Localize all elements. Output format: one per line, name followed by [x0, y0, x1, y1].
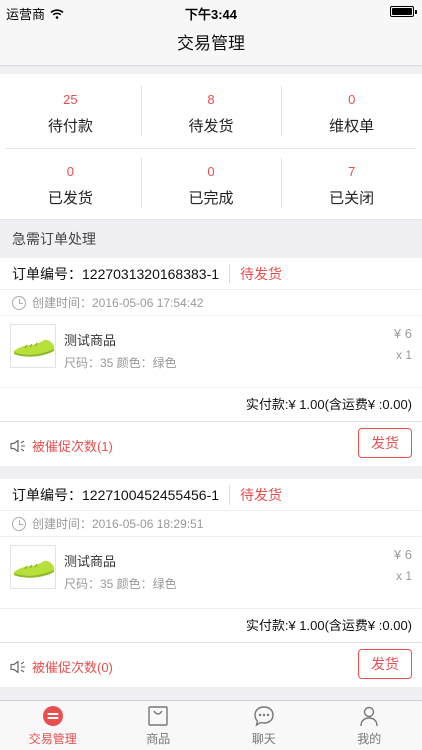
divider	[6, 148, 416, 149]
order-created-row: 创建时间：2016-05-06 17:54:42	[0, 290, 422, 316]
order-number: 1227031320168383-1	[82, 265, 220, 282]
clock-icon	[12, 516, 26, 531]
order-actions: 被催促次数(1) 发货	[0, 422, 422, 466]
product-quantity: x 1	[395, 348, 412, 362]
order-created-time: 创建时间：2016-05-06 18:29:51	[32, 517, 204, 531]
stat-completed[interactable]: 0 已完成	[140, 154, 282, 220]
trade-icon	[42, 705, 63, 726]
order-paid-amount: 实付款:¥ 1.00(含运费¥ :0.00)	[0, 388, 422, 422]
tab-mine[interactable]: 我的	[317, 701, 422, 750]
tab-label: 聊天	[251, 731, 276, 746]
remind-count-text: 被催促次数(0)	[32, 660, 113, 675]
user-icon	[360, 706, 378, 726]
product-quantity: x 1	[395, 569, 412, 583]
order-stats-panel: 25 待付款 8 待发货 0 维权单 0 已发货 0 已完成 7 已关闭	[0, 74, 422, 220]
remind-count: 被催促次数(1)	[10, 436, 113, 455]
order-actions: 被催促次数(0) 发货	[0, 643, 422, 687]
tab-label: 交易管理	[28, 731, 77, 746]
tab-label: 我的	[357, 731, 382, 746]
order-header: 订单编号： 1227100452455456-1 待发货	[0, 479, 422, 511]
stat-closed[interactable]: 7 已关闭	[281, 154, 422, 220]
tab-chat[interactable]: 聊天	[211, 701, 317, 750]
product-thumbnail	[10, 545, 56, 589]
stat-count: 0	[66, 164, 74, 179]
shoe-image	[13, 560, 55, 578]
tab-bar: 交易管理 商品 聊天 我的	[0, 700, 422, 750]
product-thumbnail	[10, 324, 56, 368]
shoe-image	[13, 339, 55, 357]
stat-count: 7	[348, 164, 356, 179]
product-spec: 尺码：35 颜色：绿色	[64, 356, 177, 370]
tab-trade-management[interactable]: 交易管理	[0, 701, 106, 750]
status-bar: 运营商 下午3:44	[0, 0, 422, 22]
remind-count: 被催促次数(0)	[10, 657, 113, 676]
nav-title: 交易管理	[0, 22, 422, 66]
product-spec: 尺码：35 颜色：绿色	[64, 577, 177, 591]
order-created-time: 创建时间：2016-05-06 17:54:42	[32, 296, 204, 310]
ship-button[interactable]: 发货	[358, 428, 412, 458]
order-number-label: 订单编号：	[12, 265, 82, 282]
tab-products[interactable]: 商品	[106, 701, 212, 750]
order-product[interactable]: 测试商品 尺码：35 颜色：绿色 ¥ 6 x 1	[0, 316, 422, 388]
stat-label: 维权单	[329, 118, 375, 135]
stat-disputes[interactable]: 0 维权单	[281, 82, 422, 148]
stat-shipped[interactable]: 0 已发货	[0, 154, 141, 220]
order-card: 订单编号： 1227100452455456-1 待发货 创建时间：2016-0…	[0, 479, 422, 687]
stat-count: 8	[207, 92, 215, 107]
stat-pending-payment[interactable]: 25 待付款	[0, 82, 141, 148]
section-title: 急需订单处理	[0, 220, 422, 258]
chat-icon	[254, 705, 274, 726]
order-status: 待发货	[229, 484, 282, 505]
ship-button[interactable]: 发货	[358, 649, 412, 679]
order-created-row: 创建时间：2016-05-06 18:29:51	[0, 511, 422, 537]
order-product[interactable]: 测试商品 尺码：35 颜色：绿色 ¥ 6 x 1	[0, 537, 422, 609]
product-price: ¥ 6	[393, 326, 412, 341]
bag-icon	[148, 705, 168, 726]
tab-label: 商品	[146, 731, 171, 746]
stat-label: 已完成	[188, 190, 234, 207]
order-card: 订单编号： 1227031320168383-1 待发货 创建时间：2016-0…	[0, 258, 422, 466]
order-number-label: 订单编号：	[12, 486, 82, 503]
order-paid-amount: 实付款:¥ 1.00(含运费¥ :0.00)	[0, 609, 422, 643]
stat-label: 待发货	[188, 118, 234, 135]
product-name: 测试商品	[64, 554, 117, 569]
stat-count: 0	[207, 164, 215, 179]
clock-icon	[12, 295, 26, 310]
speaker-icon	[10, 660, 25, 673]
stat-pending-shipment[interactable]: 8 待发货	[140, 82, 282, 148]
order-header: 订单编号： 1227031320168383-1 待发货	[0, 258, 422, 290]
speaker-icon	[10, 439, 25, 452]
stat-label: 已发货	[47, 190, 93, 207]
stat-count: 0	[348, 92, 356, 107]
product-price: ¥ 6	[393, 547, 412, 562]
remind-count-text: 被催促次数(1)	[32, 439, 113, 454]
stat-count: 25	[63, 92, 78, 107]
order-status: 待发货	[229, 263, 282, 284]
battery-icon	[390, 6, 417, 17]
stat-label: 已关闭	[329, 190, 375, 207]
order-number: 1227100452455456-1	[82, 486, 220, 503]
stat-label: 待付款	[47, 118, 93, 135]
product-name: 测试商品	[64, 333, 117, 348]
clock-time: 下午3:44	[184, 7, 238, 22]
